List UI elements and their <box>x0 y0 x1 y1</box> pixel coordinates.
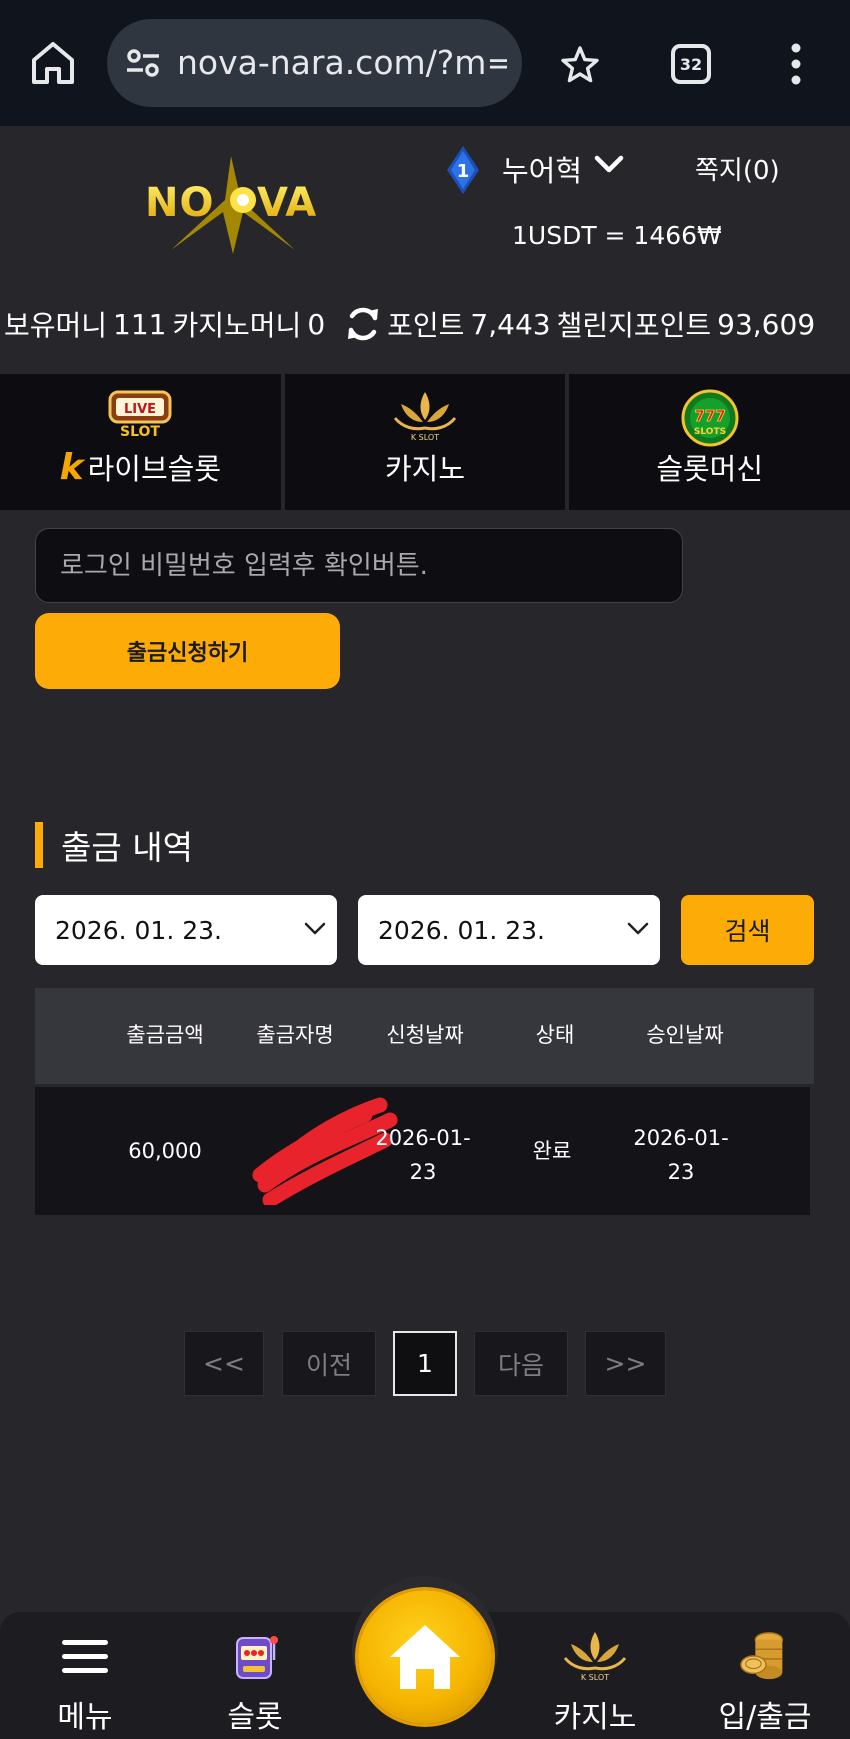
holding-money-label: 보유머니 <box>4 309 108 342</box>
svg-text:K SLOT: K SLOT <box>411 433 439 442</box>
section-accent-bar <box>35 822 43 868</box>
exchange-rate: 1USDT = 1466₩ <box>512 221 722 250</box>
nav-menu-label: 메뉴 <box>57 1700 113 1735</box>
browser-toolbar: nova-nara.com/?m=5 32 <box>0 0 850 126</box>
menu-icon <box>62 1640 108 1673</box>
tab-casino-label: 카지노 <box>384 452 466 486</box>
k-slot-casino-icon: K SLOT <box>393 392 457 442</box>
date-from-value: 2026. 01. 23. <box>55 915 222 945</box>
nav-casino-label: 카지노 <box>553 1700 637 1735</box>
page-current-button[interactable]: 1 <box>393 1331 457 1396</box>
table-row: 60,000 2026-01- 23 완료 2026-01- 23 <box>35 1087 810 1215</box>
level-badge-icon: 1 <box>447 146 479 194</box>
k-slot-casino-icon: K SLOT <box>563 1632 627 1682</box>
cell-request-date: 2026-01- 23 <box>375 1126 471 1184</box>
svg-text:1: 1 <box>457 161 470 182</box>
challenge-point-value: 93,609 <box>717 307 816 341</box>
chevron-down-icon <box>304 922 326 935</box>
date-from-select[interactable]: 2026. 01. 23. <box>35 895 337 965</box>
cell-status: 완료 <box>532 1139 572 1163</box>
date-to-select[interactable]: 2026. 01. 23. <box>358 895 660 965</box>
home-icon <box>390 1625 460 1689</box>
password-input[interactable] <box>35 528 683 603</box>
more-vert-icon[interactable] <box>786 42 806 86</box>
svg-text:NO: NO <box>145 180 214 226</box>
home-button[interactable] <box>358 1590 492 1724</box>
balance-row: 보유머니 111 카지노머니 0 포인트 7,443 챌린지포인트 93,609 <box>4 302 850 346</box>
page-prev-button[interactable]: 이전 <box>282 1331 376 1396</box>
casino-money-label: 카지노머니 <box>172 309 302 342</box>
live-slot-icon: LIVE SLOT <box>108 390 172 440</box>
k-logo-icon: k <box>59 446 84 488</box>
username[interactable]: 누어혁 <box>502 148 582 190</box>
svg-text:VA: VA <box>257 180 316 226</box>
withdraw-request-button[interactable]: 출금신청하기 <box>35 613 340 689</box>
tabs-icon[interactable]: 32 <box>671 44 711 84</box>
home-icon[interactable] <box>28 38 78 88</box>
column-header-request-date: 신청날짜 <box>386 1023 464 1047</box>
table-header: 출금금액 출금자명 신청날짜 상태 승인날짜 <box>35 988 814 1084</box>
page-first-button[interactable]: << <box>184 1331 264 1396</box>
column-header-amount: 출금금액 <box>126 1023 204 1047</box>
nav-deposit-withdraw[interactable]: 입/출금 <box>710 1612 820 1739</box>
category-tabs: LIVE SLOT k 라이브슬롯 K SLOT 카지노 777 SLOTS 슬… <box>0 374 850 510</box>
star-icon[interactable] <box>560 45 600 85</box>
777-slots-icon: 777 SLOTS <box>681 389 739 447</box>
tab-slot-machine-label: 슬롯머신 <box>656 452 764 486</box>
refresh-icon[interactable] <box>345 306 381 342</box>
tab-casino[interactable]: K SLOT 카지노 <box>285 374 570 510</box>
nav-casino[interactable]: K SLOT 카지노 <box>545 1612 645 1739</box>
url-text[interactable]: nova-nara.com/?m=5 <box>177 43 507 83</box>
svg-text:LIVE: LIVE <box>124 402 156 417</box>
nav-menu[interactable]: 메뉴 <box>40 1612 130 1739</box>
chevron-down-icon[interactable] <box>594 154 624 176</box>
slot-machine-icon <box>236 1636 278 1679</box>
cell-amount: 60,000 <box>128 1139 202 1163</box>
site-settings-icon[interactable] <box>125 47 161 79</box>
history-title: 출금 내역 <box>61 828 193 867</box>
svg-text:SLOTS: SLOTS <box>694 427 726 437</box>
point-label: 포인트 <box>387 309 465 342</box>
tab-slot-machine[interactable]: 777 SLOTS 슬롯머신 <box>569 374 850 510</box>
nav-deposit-withdraw-label: 입/출금 <box>718 1700 812 1735</box>
page-last-button[interactable]: >> <box>585 1331 666 1396</box>
search-button[interactable]: 검색 <box>681 895 814 965</box>
svg-text:SLOT: SLOT <box>120 424 160 440</box>
address-bar[interactable]: nova-nara.com/?m=5 <box>107 19 522 107</box>
chevron-down-icon <box>627 922 649 935</box>
casino-money-value: 0 <box>307 307 326 341</box>
column-header-approve-date: 승인날짜 <box>646 1023 724 1047</box>
column-header-status: 상태 <box>535 1023 575 1047</box>
tab-live-slot-label: 라이브슬롯 <box>87 452 222 486</box>
section-title: 출금 내역 <box>35 822 193 868</box>
svg-text:K SLOT: K SLOT <box>581 1673 609 1682</box>
tab-live-slot[interactable]: LIVE SLOT k 라이브슬롯 <box>0 374 285 510</box>
challenge-point-label: 챌린지포인트 <box>556 309 712 342</box>
holding-money-value: 111 <box>113 307 167 341</box>
messages-link[interactable]: 쪽지(0) <box>695 150 780 187</box>
nav-slot-label: 슬롯 <box>227 1700 283 1735</box>
date-to-value: 2026. 01. 23. <box>378 915 545 945</box>
column-header-name: 출금자명 <box>256 1023 334 1047</box>
coins-icon <box>740 1632 784 1680</box>
site-header: NO VA 1 누어혁 쪽지(0) 1USDT = 1466₩ 보유머니 111… <box>0 126 850 374</box>
nav-slot[interactable]: 슬롯 <box>210 1612 300 1739</box>
cell-approve-date: 2026-01- 23 <box>633 1126 729 1184</box>
point-value: 7,443 <box>470 307 551 341</box>
page-next-button[interactable]: 다음 <box>474 1331 568 1396</box>
svg-text:777: 777 <box>694 407 725 425</box>
